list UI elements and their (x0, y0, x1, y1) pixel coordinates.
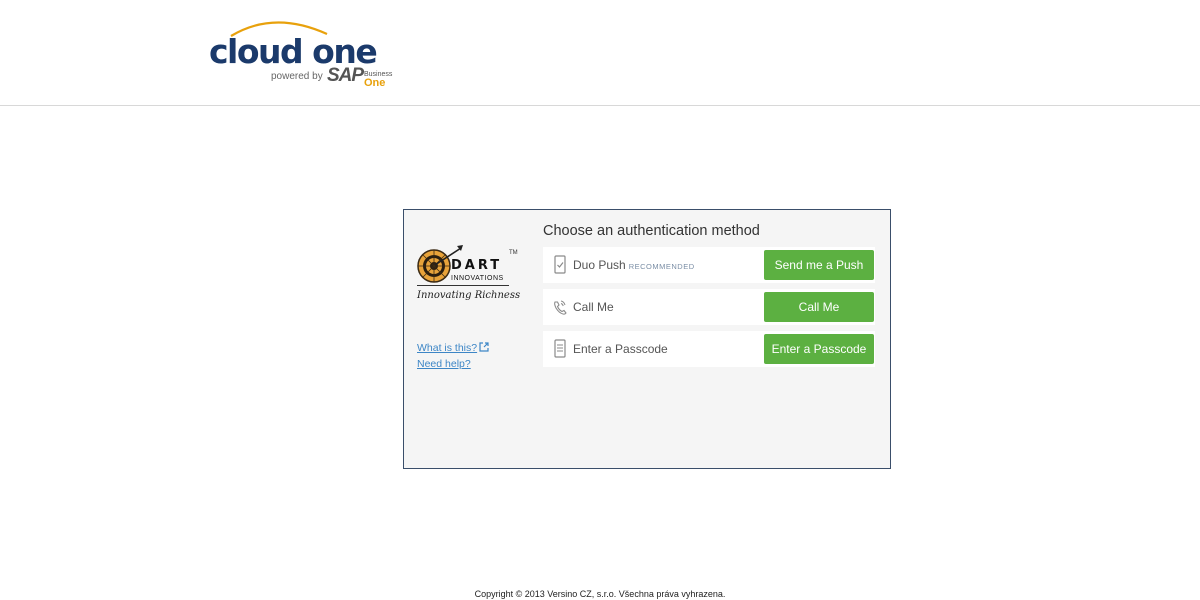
what-is-this-link[interactable]: What is this? (417, 342, 489, 354)
brand-trademark: TM (509, 250, 518, 256)
dart-innovations-logo: DART TM INNOVATIONS Innovating Richness (417, 240, 527, 310)
method-row-call-me: Call Me Call Me (543, 289, 875, 325)
page-header: cloud one powered by SAP Business One (0, 0, 1200, 106)
logo-sap: SAP (327, 65, 364, 86)
brand-rule (417, 285, 509, 286)
recommended-badge: RECOMMENDED (628, 262, 695, 271)
copyright-footer: Copyright © 2013 Versino CZ, s.r.o. Všec… (474, 589, 726, 599)
duo-push-label: Duo Push (573, 258, 626, 272)
passcode-label: Enter a Passcode (573, 342, 668, 356)
passcode-icon (554, 339, 566, 358)
call-me-button[interactable]: Call Me (764, 292, 874, 322)
call-me-label: Call Me (573, 300, 614, 314)
phone-call-icon (554, 300, 567, 315)
logo-powered-by: powered by (271, 71, 323, 82)
auth-method-title: Choose an authentication method (543, 223, 760, 239)
auth-frame: DART TM INNOVATIONS Innovating Richness … (403, 209, 891, 469)
method-label-duo-push: Duo Push RECOMMENDED (573, 258, 695, 272)
method-row-duo-push: Duo Push RECOMMENDED Send me a Push (543, 247, 875, 283)
logo-one: One (364, 77, 386, 89)
need-help-link[interactable]: Need help? (417, 358, 471, 370)
what-is-this-label: What is this? (417, 342, 478, 354)
method-row-passcode: Enter a Passcode Enter a Passcode (543, 331, 875, 367)
external-link-icon (479, 342, 489, 352)
phone-check-icon (554, 255, 566, 274)
enter-passcode-button[interactable]: Enter a Passcode (764, 334, 874, 364)
brand-name: DART (451, 258, 503, 273)
brand-tagline: Innovating Richness (417, 290, 521, 301)
brand-subtitle: INNOVATIONS (451, 275, 504, 282)
send-push-button[interactable]: Send me a Push (764, 250, 874, 280)
cloud-one-logo: cloud one powered by SAP Business One (209, 14, 399, 92)
